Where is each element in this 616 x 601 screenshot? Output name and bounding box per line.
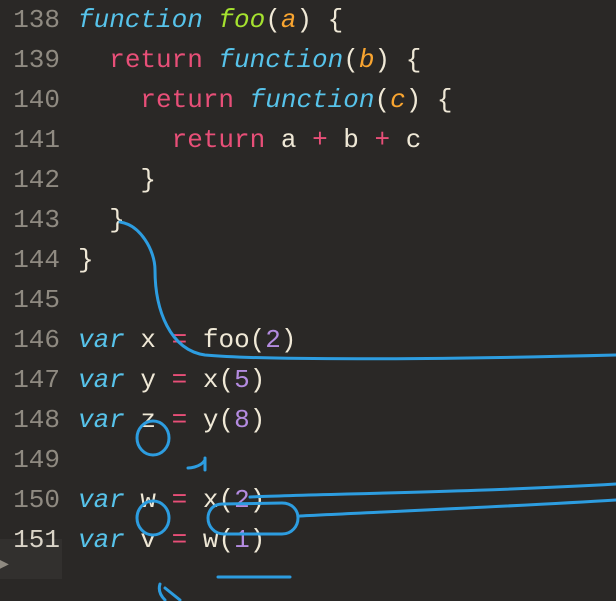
code-content[interactable]: var y = x(5) (78, 360, 265, 400)
token: foo( (203, 325, 265, 355)
token: w (140, 485, 171, 515)
token: var (78, 405, 140, 435)
token: function (78, 5, 218, 35)
token: a (281, 5, 297, 35)
token: var (78, 365, 140, 395)
token: x( (203, 365, 234, 395)
code-content[interactable]: } (78, 200, 125, 240)
token: return (172, 125, 281, 155)
line-number: 139 (0, 40, 78, 80)
code-line[interactable]: 142 } (0, 160, 616, 200)
code-content[interactable]: return a + b + c (78, 120, 421, 160)
code-line[interactable]: 143 } (0, 200, 616, 240)
token: var (78, 325, 140, 355)
code-line[interactable]: 146var x = foo(2) (0, 320, 616, 360)
line-number: 141 (0, 120, 78, 160)
code-content[interactable]: var w = x(2) (78, 480, 265, 520)
token: c (406, 125, 422, 155)
code-line[interactable]: 139 return function(b) { (0, 40, 616, 80)
token: + (312, 125, 343, 155)
code-content[interactable]: var x = foo(2) (78, 320, 297, 360)
token: ( (374, 85, 390, 115)
token: ) (250, 525, 266, 555)
token: b (359, 45, 375, 75)
line-number: 151 (0, 520, 78, 560)
token: ) (281, 325, 297, 355)
token: = (172, 485, 203, 515)
token: return (109, 45, 218, 75)
line-number: 147 (0, 360, 78, 400)
token: ) { (296, 5, 343, 35)
token: x( (203, 485, 234, 515)
token: var (78, 485, 140, 515)
code-line[interactable]: 151var v = w(1) (0, 520, 616, 560)
token: w( (203, 525, 234, 555)
token: 2 (265, 325, 281, 355)
code-line[interactable]: 141 return a + b + c (0, 120, 616, 160)
token: a (281, 125, 312, 155)
token: 8 (234, 405, 250, 435)
token: } (140, 165, 156, 195)
code-content[interactable]: return function(b) { (78, 40, 421, 80)
token: ) (250, 485, 266, 515)
token: b (343, 125, 374, 155)
token: = (172, 525, 203, 555)
line-number: 140 (0, 80, 78, 120)
token: function (218, 45, 343, 75)
code-line[interactable]: 149 (0, 440, 616, 480)
token: ( (265, 5, 281, 35)
code-line[interactable]: 138function foo(a) { (0, 0, 616, 40)
code-editor[interactable]: 138function foo(a) {139 return function(… (0, 0, 616, 560)
token: z (140, 405, 171, 435)
code-content[interactable]: var z = y(8) (78, 400, 265, 440)
line-number: 145 (0, 280, 78, 320)
token: ) (250, 405, 266, 435)
code-line[interactable]: 144} (0, 240, 616, 280)
token: y (140, 365, 171, 395)
code-line[interactable]: 140 return function(c) { (0, 80, 616, 120)
code-content[interactable]: } (78, 240, 94, 280)
code-content[interactable]: function foo(a) { (78, 0, 343, 40)
token: + (375, 125, 406, 155)
token: ) { (406, 85, 453, 115)
token: = (172, 365, 203, 395)
token: var (78, 525, 140, 555)
code-line[interactable]: 150var w = x(2) (0, 480, 616, 520)
code-line[interactable]: 148var z = y(8) (0, 400, 616, 440)
token: x (140, 325, 171, 355)
token: = (172, 405, 203, 435)
line-number: 143 (0, 200, 78, 240)
code-content[interactable]: var v = w(1) (78, 520, 265, 560)
code-line[interactable]: 145 (0, 280, 616, 320)
token: function (250, 85, 375, 115)
token: 5 (234, 365, 250, 395)
token: ( (343, 45, 359, 75)
token: v (140, 525, 171, 555)
code-line[interactable]: 147var y = x(5) (0, 360, 616, 400)
token: 1 (234, 525, 250, 555)
token: ) { (374, 45, 421, 75)
line-number: 144 (0, 240, 78, 280)
code-content[interactable]: return function(c) { (78, 80, 453, 120)
token: y( (203, 405, 234, 435)
code-content[interactable]: } (78, 160, 156, 200)
token: } (109, 205, 125, 235)
line-number: 146 (0, 320, 78, 360)
line-number: 142 (0, 160, 78, 200)
token: 2 (234, 485, 250, 515)
line-number: 149 (0, 440, 78, 480)
line-number: 138 (0, 0, 78, 40)
token: = (172, 325, 203, 355)
token: foo (218, 5, 265, 35)
token: ) (250, 365, 266, 395)
token: c (390, 85, 406, 115)
line-number: 148 (0, 400, 78, 440)
gutter-caret-icon: ▶ (0, 545, 9, 585)
line-number: 150 (0, 480, 78, 520)
token: } (78, 245, 94, 275)
token: return (140, 85, 249, 115)
